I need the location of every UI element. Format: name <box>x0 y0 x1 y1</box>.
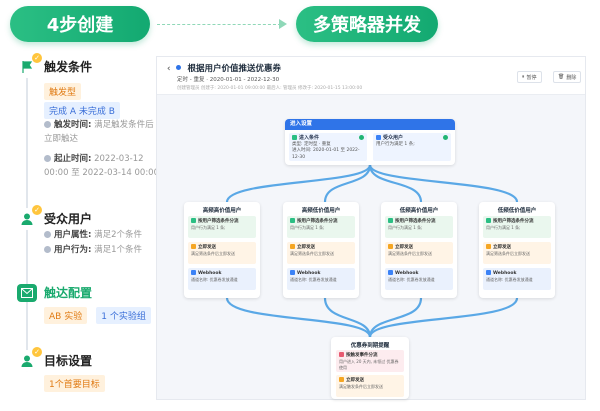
send-icon <box>486 244 491 249</box>
webhook-cell: Webhook 通道名称: 优惠卷发放通道 <box>287 268 355 290</box>
entry-node[interactable]: 进入设置 进入条件 类型: 定时型 · 重复 进入时间: 2020-01-01 … <box>285 119 455 165</box>
event-icon <box>339 352 344 357</box>
filter-icon <box>292 135 297 140</box>
period-row-2: 00:00 至 2022-03-14 00:00 <box>44 168 159 178</box>
four-steps-banner: 4步创建 <box>10 6 150 42</box>
webhook-cell: Webhook 通道名称: 优惠卷发放通道 <box>385 268 453 290</box>
split-cell: 按用户筛选条件分流 用户行为满足 1 条; <box>188 216 256 238</box>
connector-6 <box>323 297 372 338</box>
webhook-icon <box>191 270 196 275</box>
ab-test-tag: AB 实验 <box>44 307 88 324</box>
connector-4 <box>368 164 519 203</box>
strategy-card-1[interactable]: 高频高价值用户 按用户筛选条件分流 用户行为满足 1 条; 立即发送 满足筛选条件后… <box>184 202 260 298</box>
split-cell: 按用户筛选条件分流 用户行为满足 1 条; <box>287 216 355 238</box>
connector-7 <box>368 297 423 338</box>
check-badge-icon: ✓ <box>32 53 42 63</box>
send-cell: 立即发送 满足筛选条件后立即发送 <box>385 242 453 264</box>
user-icon <box>376 135 381 140</box>
send-icon <box>388 244 393 249</box>
banner-connector <box>157 24 281 25</box>
banner-arrow-icon <box>279 19 287 29</box>
strategy-canvas: ‹ 根据用户价值推送优惠券 定时 - 重复 · 2020-01-01 - 202… <box>156 56 586 400</box>
send-icon <box>339 377 344 382</box>
send-icon <box>290 244 295 249</box>
check-badge-icon: ✓ <box>32 347 42 357</box>
filter-icon <box>486 218 491 223</box>
strategy-card-2[interactable]: 高频低价值用户 按用户筛选条件分流 用户行为满足 1 条; 立即发送 满足筛选条件后… <box>283 202 359 298</box>
webhook-cell: Webhook 通道名称: 优惠卷发放通道 <box>483 268 551 290</box>
entry-audience-cell[interactable]: 受众用户 用户行为满足 1 条; <box>373 133 451 161</box>
step-title: 受众用户 <box>44 212 93 226</box>
entry-header: 进入设置 <box>285 119 455 130</box>
user-attr-row: 用户属性: 满足2个条件 <box>44 228 142 242</box>
step-title: 触发条件 <box>44 60 93 74</box>
goal-tag-row: 1个首要目标 <box>44 372 105 392</box>
clock-icon <box>44 155 51 162</box>
send-cell: 立即发送 满足触发条件后立即发送 <box>336 375 404 397</box>
connector-8 <box>368 297 519 338</box>
send-cell: 立即发送 满足筛选条件后立即发送 <box>483 242 551 264</box>
person-icon <box>44 231 51 238</box>
check-icon <box>443 135 448 140</box>
webhook-icon <box>388 270 393 275</box>
split-cell: 按用户筛选条件分流 用户行为满足 1 条; <box>483 216 551 238</box>
coupon-expiry-node[interactable]: 优惠券到期提醒 按触发事件分流 用户进入 20 天内, 未领过 优惠券使用 立即发… <box>331 337 409 399</box>
entry-condition-cell[interactable]: 进入条件 类型: 定时型 · 重复 进入时间: 2020-01-01 至 202… <box>289 133 367 161</box>
step-title: 目标设置 <box>44 354 93 368</box>
trigger-type-tag: 触发型 <box>44 83 82 100</box>
goal-tag: 1个首要目标 <box>44 375 105 392</box>
filter-icon <box>191 218 196 223</box>
check-icon <box>359 135 364 140</box>
webhook-icon <box>486 270 491 275</box>
strategy-card-4[interactable]: 低频低价值用户 按用户筛选条件分流 用户行为满足 1 条; 立即发送 满足筛选条件后… <box>479 202 555 298</box>
connector-5 <box>225 297 372 338</box>
send-icon <box>191 244 196 249</box>
condition-tag: 完成 A 未完成 B <box>44 102 120 119</box>
connector-3 <box>368 164 423 203</box>
step-list: ✓ 触发条件 触发型 完成 A 未完成 B 触发时间: 满足触发条件后 立即触达… <box>12 53 159 398</box>
filter-icon <box>388 218 393 223</box>
webhook-icon <box>290 270 295 275</box>
webhook-cell: Webhook 通道名称: 优惠卷发放通道 <box>188 268 256 290</box>
mail-icon <box>17 284 37 302</box>
person-icon <box>44 246 51 253</box>
trigger-time-row-2: 立即触达 <box>44 134 79 144</box>
trigger-time-row: 触发时间: 满足触发条件后 <box>44 118 154 132</box>
multi-strategy-banner: 多策略器并发 <box>296 6 438 42</box>
send-cell: 立即发送 满足筛选条件后立即发送 <box>188 242 256 264</box>
strategy-card-3[interactable]: 低频高价值用户 按用户筛选条件分流 用户行为满足 1 条; 立即发送 满足筛选条件后… <box>381 202 457 298</box>
experiment-group-tag: 1 个实验组 <box>96 307 151 324</box>
event-split-cell: 按触发事件分流 用户进入 20 天内, 未领过 优惠券使用 <box>336 350 404 372</box>
period-row: 起止时间: 2022-03-12 <box>44 152 144 166</box>
send-cell: 立即发送 满足筛选条件后立即发送 <box>287 242 355 264</box>
check-badge-icon: ✓ <box>32 205 42 215</box>
step-title: 触达配置 <box>44 286 93 300</box>
ab-tag-row: AB 实验 1 个实验组 <box>44 304 151 324</box>
filter-icon <box>290 218 295 223</box>
user-behavior-row: 用户行为: 满足1个条件 <box>44 243 142 257</box>
clock-icon <box>44 121 51 128</box>
condition-tag-row: 完成 A 未完成 B <box>44 99 120 119</box>
split-cell: 按用户筛选条件分流 用户行为满足 1 条; <box>385 216 453 238</box>
trigger-tag-row: 触发型 <box>44 80 82 100</box>
